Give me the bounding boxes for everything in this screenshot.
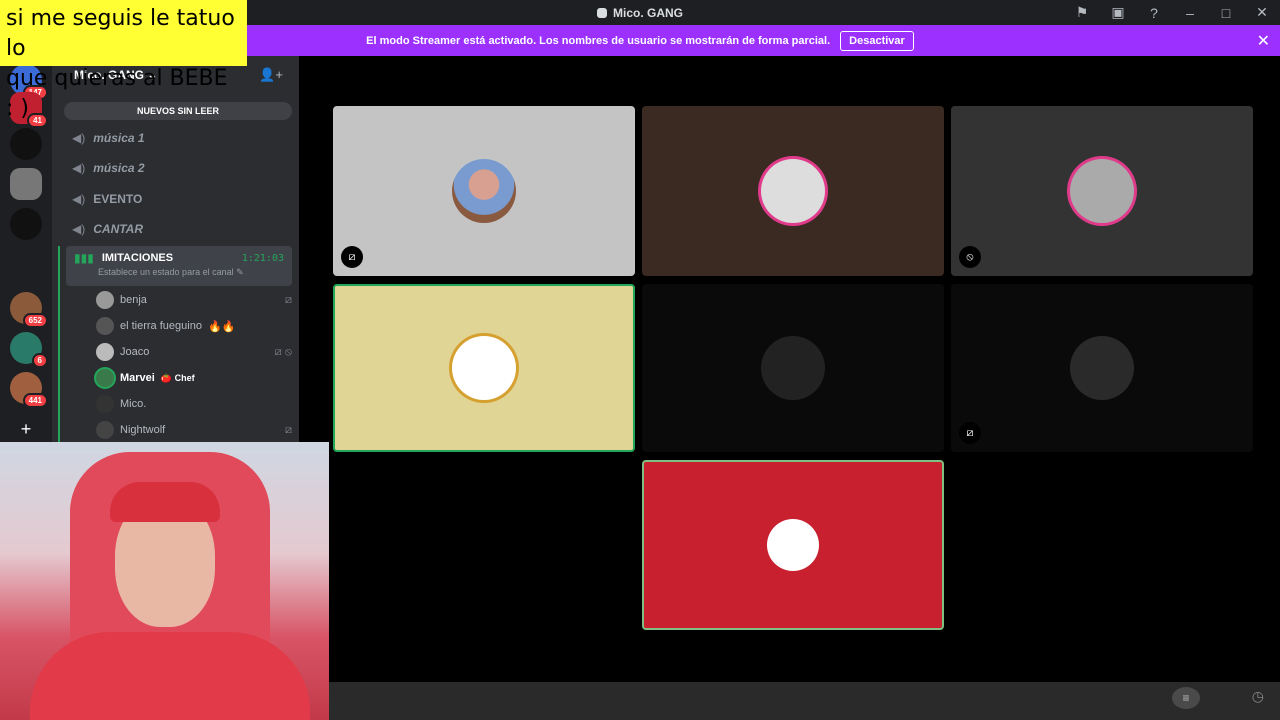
channel-musica-2[interactable]: ◀) música 2 bbox=[72, 156, 145, 180]
deactivate-button[interactable]: Desactivar bbox=[840, 30, 914, 51]
participant-tile[interactable] bbox=[642, 284, 944, 452]
participant-tile[interactable]: ⦸ bbox=[951, 106, 1253, 276]
window-title: Mico. GANG bbox=[596, 5, 683, 20]
avatar bbox=[1070, 159, 1134, 223]
channel-musica-1[interactable]: ◀) música 1 bbox=[72, 126, 145, 150]
mute-icon: ⧄ bbox=[285, 293, 292, 306]
add-server-icon[interactable]: + bbox=[15, 418, 37, 440]
download-icon[interactable] bbox=[10, 208, 42, 240]
mute-icon: ⧄ bbox=[959, 422, 981, 444]
channel-imitaciones[interactable]: ▮▮▮ IMITACIONES 1:21:03 Establece un est… bbox=[66, 246, 292, 286]
caption-line-1: si me seguis le tatuo lo bbox=[6, 6, 235, 61]
folder-icon[interactable] bbox=[10, 252, 42, 284]
speaker-icon: ◀) bbox=[72, 192, 86, 206]
banner-message: El modo Streamer está activado. Los nomb… bbox=[366, 34, 831, 47]
deafen-icon: ⦸ bbox=[959, 246, 981, 268]
user-name: Nightwolf bbox=[120, 424, 166, 436]
maximize-icon[interactable]: □ bbox=[1208, 0, 1244, 25]
mute-icon: ⧄ bbox=[341, 246, 363, 268]
channel-label: música 1 bbox=[93, 131, 145, 145]
avatar bbox=[96, 421, 114, 439]
voice-connector-line bbox=[58, 246, 60, 442]
minimize-icon[interactable]: – bbox=[1172, 0, 1208, 25]
avatar bbox=[452, 159, 516, 223]
webcam-cap bbox=[110, 482, 220, 522]
user-name: Marvei bbox=[120, 372, 155, 384]
avatar bbox=[767, 519, 819, 571]
server-badge: 652 bbox=[22, 313, 48, 328]
mute-icon: ⧄ bbox=[285, 423, 292, 436]
channel-label: EVENTO bbox=[93, 192, 143, 206]
participant-tile[interactable]: ⧄ bbox=[951, 284, 1253, 452]
channel-status[interactable]: Establece un estado para el canal ✎ bbox=[66, 267, 292, 278]
participant-tile[interactable] bbox=[642, 106, 944, 276]
voice-user[interactable]: el tierra fueguino 🔥🔥 bbox=[96, 314, 292, 338]
channel-label: música 2 bbox=[93, 161, 145, 175]
mute-deafen-icon: ⧄ ⦸ bbox=[274, 345, 292, 358]
avatar bbox=[96, 317, 114, 335]
channel-timer: 1:21:03 bbox=[241, 252, 284, 264]
avatar bbox=[761, 336, 825, 400]
user-name: Joaco bbox=[120, 346, 150, 358]
avatar bbox=[96, 395, 114, 413]
stage-bottom-bar: ≡ ◷ bbox=[329, 682, 1280, 720]
user-tag: 🍅 Chef bbox=[160, 372, 195, 383]
server-icon[interactable]: 441 bbox=[10, 372, 48, 408]
avatar bbox=[96, 291, 114, 309]
close-window-icon[interactable]: ✕ bbox=[1244, 0, 1280, 25]
avatar bbox=[761, 159, 825, 223]
speaker-icon: ◀) bbox=[72, 222, 86, 236]
user-name: Mico. bbox=[120, 398, 147, 410]
inbox-icon[interactable]: ▣ bbox=[1100, 0, 1136, 25]
avatar bbox=[452, 336, 516, 400]
banner-close-icon[interactable]: ✕ bbox=[1257, 31, 1270, 51]
voice-user[interactable]: Mico. bbox=[96, 392, 292, 416]
activity-icon[interactable]: ◷ bbox=[1252, 688, 1264, 705]
flag-icon[interactable]: ⚑ bbox=[1064, 0, 1100, 25]
voice-user[interactable]: Nightwolf ⧄ bbox=[96, 418, 292, 442]
webcam-shirt bbox=[30, 632, 310, 720]
user-name: benja bbox=[120, 294, 147, 306]
soundboard-icon[interactable]: ≡ bbox=[1172, 687, 1200, 709]
voice-active-icon: ▮▮▮ bbox=[74, 251, 94, 265]
server-badge: 6 bbox=[31, 353, 48, 368]
avatar bbox=[96, 343, 114, 361]
channel-evento[interactable]: ◀) EVENTO bbox=[72, 187, 142, 211]
help-icon[interactable]: ? bbox=[1136, 0, 1172, 25]
server-icon[interactable]: 652 bbox=[10, 292, 48, 328]
stream-overlay-caption: si me seguis le tatuo lo que quieras al … bbox=[0, 0, 247, 121]
participant-tile[interactable]: ⧄ bbox=[333, 106, 635, 276]
channel-label: IMITACIONES bbox=[101, 252, 174, 264]
streamer-webcam bbox=[0, 442, 329, 720]
speaker-icon: ◀) bbox=[72, 131, 86, 145]
caption-line-2: que quieras al BEBE : ) bbox=[6, 66, 228, 121]
voice-user[interactable]: benja ⧄ bbox=[96, 288, 292, 312]
fire-icon: 🔥🔥 bbox=[207, 320, 236, 333]
discord-logo-icon bbox=[596, 7, 607, 18]
avatar bbox=[96, 369, 114, 387]
add-member-icon[interactable]: 👤+ bbox=[259, 67, 283, 83]
participant-tile-speaking[interactable] bbox=[333, 284, 635, 452]
channel-label: CANTAR bbox=[93, 222, 144, 236]
channel-cantar[interactable]: ◀) CANTAR bbox=[72, 217, 143, 241]
user-name: el tierra fueguino bbox=[120, 320, 202, 332]
voice-user[interactable]: Marvei 🍅 Chef bbox=[96, 366, 292, 390]
server-badge: 441 bbox=[22, 393, 48, 408]
server-icon[interactable]: 6 bbox=[10, 332, 48, 368]
window-controls: ⚑ ▣ ? – □ ✕ bbox=[1064, 0, 1280, 25]
voice-user[interactable]: Joaco ⧄ ⦸ bbox=[96, 340, 292, 364]
voice-stage: ⧄ ⦸ ⧄ ≡ ◷ bbox=[329, 56, 1280, 720]
participant-tile-speaking[interactable] bbox=[642, 460, 944, 630]
server-icon[interactable] bbox=[10, 128, 42, 160]
avatar bbox=[1070, 336, 1134, 400]
speaker-icon: ◀) bbox=[72, 161, 86, 175]
window-title-text: Mico. GANG bbox=[612, 5, 683, 20]
server-icon[interactable] bbox=[10, 168, 42, 200]
